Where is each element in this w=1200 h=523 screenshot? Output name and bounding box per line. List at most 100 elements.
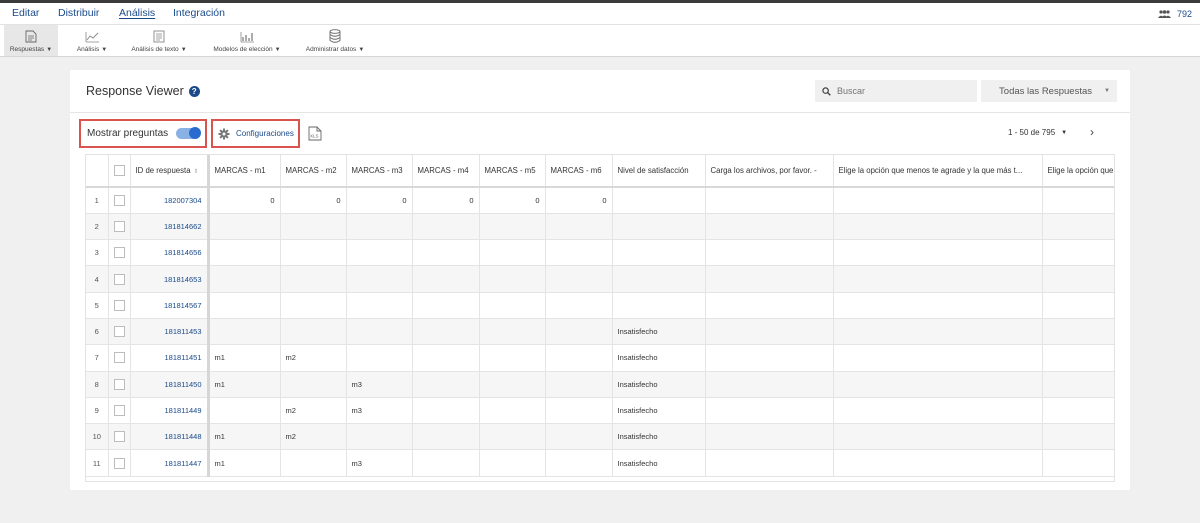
responses-table-container[interactable]: ID de respuesta ⇕ MARCAS - m1 MARCAS - m2… [85,154,1115,482]
toolbar-analisis-texto[interactable]: Análisis de texto ▼ [128,25,190,56]
response-id-link[interactable]: 181811448 [130,423,210,451]
row-checkbox-cell[interactable] [108,371,131,398]
search-input[interactable] [837,86,967,96]
row-checkbox-cell[interactable] [108,213,131,241]
header-response-id[interactable]: ID de respuesta ⇕ [130,155,210,188]
select-all-checkbox[interactable] [113,165,125,176]
cell-choice-2 [1042,318,1114,346]
row-checkbox[interactable] [113,326,125,338]
table-row[interactable]: 8 181811450 m1 m3 Insatisfecho [86,371,1114,398]
header-choice-1[interactable]: Elige la opción que menos te agrade y la… [833,155,1043,188]
response-id-link[interactable]: 181811447 [130,449,210,477]
cell-file-upload [705,371,834,398]
response-id-link[interactable]: 181814662 [130,213,210,241]
row-checkbox[interactable] [113,431,125,443]
menu-editar[interactable]: Editar [12,7,39,19]
show-questions-toggle[interactable]: Mostrar preguntas [79,119,207,148]
search-box[interactable] [815,80,977,102]
row-checkbox-cell[interactable] [108,449,131,477]
table-row[interactable]: 11 181811447 m1 m3 Insatisfecho [86,449,1114,477]
header-satisfaction[interactable]: Nivel de satisfacción [612,155,706,188]
menu-distribuir[interactable]: Distribuir [58,7,99,19]
row-checkbox-cell[interactable] [108,265,131,293]
row-checkbox-cell[interactable] [108,344,131,372]
cell-file-upload [705,397,834,425]
toggle-switch[interactable] [176,127,202,139]
row-checkbox[interactable] [113,273,125,285]
text-analysis-icon [153,30,165,43]
toolbar-respuestas[interactable]: Respuestas ▼ [4,25,58,56]
row-number: 9 [86,397,109,425]
response-id-link[interactable]: 182007304 [130,187,210,214]
response-filter-select[interactable]: Todas las Respuestas ▼ [981,80,1117,102]
menu-integracion[interactable]: Integración [173,7,225,19]
header-marcas-m1[interactable]: MARCAS - m1 [208,155,281,188]
cell-choice-1 [833,239,1043,267]
xls-export-icon[interactable]: XLS [308,126,322,141]
cell-m6 [545,239,613,267]
cell-satisfaction [612,239,706,267]
next-page-icon[interactable]: › [1090,125,1094,139]
header-marcas-m6[interactable]: MARCAS - m6 [545,155,613,188]
response-id-link[interactable]: 181814656 [130,239,210,267]
header-select-all[interactable] [108,155,131,188]
help-icon[interactable]: ? [188,85,200,97]
table-row[interactable]: 5 181814567 [86,292,1114,319]
sort-icon[interactable]: ⇕ [194,169,199,175]
chevron-down-icon: ▼ [180,47,187,53]
cell-m5 [479,318,546,346]
row-checkbox[interactable] [113,299,125,311]
chevron-down-icon: ▼ [1061,129,1068,136]
table-row[interactable]: 7 181811451 m1 m2 Insatisfecho [86,344,1114,372]
response-id-link[interactable]: 181811449 [130,397,210,425]
table-row[interactable]: 6 181811453 Insatisfecho [86,318,1114,346]
table-row[interactable]: 3 181814656 [86,239,1114,267]
pagination-select[interactable]: 1 - 50 de 795 ▼ [1008,128,1067,137]
header-marcas-m2[interactable]: MARCAS - m2 [280,155,347,188]
row-checkbox[interactable] [113,220,125,232]
toolbar-analisis[interactable]: Análisis ▼ [74,25,110,56]
table-row[interactable]: 9 181811449 m2 m3 Insatisfecho [86,397,1114,425]
cell-m4 [412,397,480,425]
cell-choice-2 [1042,187,1114,214]
row-checkbox-cell[interactable] [108,239,131,267]
header-choice-2[interactable]: Elige la opción que [1042,155,1114,188]
header-file-upload[interactable]: Carga los archivos, por favor. - [705,155,834,188]
cell-m5 [479,213,546,241]
row-checkbox-cell[interactable] [108,423,131,451]
settings-button[interactable]: Configuraciones [211,119,300,148]
header-marcas-m4[interactable]: MARCAS - m4 [412,155,480,188]
user-count[interactable]: 792 [1157,9,1192,19]
response-id-link[interactable]: 181811451 [130,344,210,372]
row-checkbox[interactable] [113,405,125,417]
cell-satisfaction: Insatisfecho [612,344,706,372]
table-row[interactable]: 2 181814662 [86,213,1114,241]
cell-satisfaction: Insatisfecho [612,397,706,425]
cell-m5 [479,449,546,477]
row-checkbox[interactable] [113,352,125,364]
table-row[interactable]: 1 182007304 0 0 0 0 0 0 [86,187,1114,214]
row-checkbox[interactable] [113,457,125,469]
row-checkbox[interactable] [113,247,125,259]
row-checkbox-cell[interactable] [108,187,131,214]
cell-choice-2 [1042,449,1114,477]
row-checkbox[interactable] [113,194,125,206]
toolbar-modelos-eleccion[interactable]: Modelos de elección ▼ [208,25,286,56]
row-checkbox-cell[interactable] [108,397,131,425]
toolbar-administrar-datos[interactable]: Administrar datos ▼ [300,25,370,56]
header-marcas-m3[interactable]: MARCAS - m3 [346,155,413,188]
table-row[interactable]: 10 181811448 m1 m2 Insatisfecho [86,423,1114,451]
row-checkbox-cell[interactable] [108,292,131,319]
row-checkbox-cell[interactable] [108,318,131,346]
response-id-link[interactable]: 181814567 [130,292,210,319]
cell-m1: 0 [208,187,281,214]
menu-analisis[interactable]: Análisis [119,7,155,19]
header-divider [70,112,1130,113]
table-row[interactable]: 4 181814653 [86,265,1114,293]
cell-file-upload [705,265,834,293]
header-marcas-m5[interactable]: MARCAS - m5 [479,155,546,188]
response-id-link[interactable]: 181814653 [130,265,210,293]
response-id-link[interactable]: 181811453 [130,318,210,346]
response-id-link[interactable]: 181811450 [130,371,210,398]
row-checkbox[interactable] [113,378,125,390]
